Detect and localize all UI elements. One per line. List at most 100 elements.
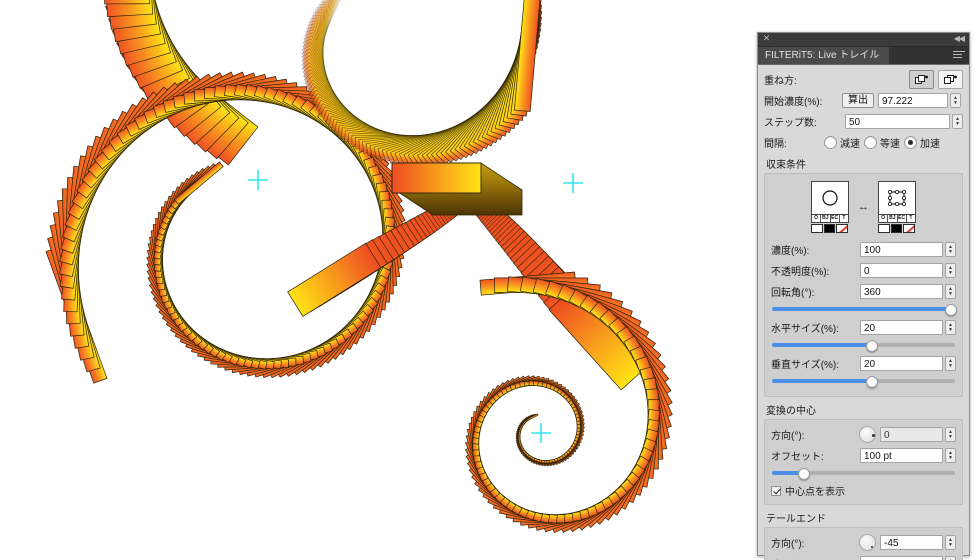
center-direction-label: 方向(°):: [771, 431, 805, 442]
convergence-title: 収束条件: [766, 160, 806, 171]
density-stepper[interactable]: ▲ ▼: [945, 242, 956, 257]
layering-label: 重ね方:: [764, 76, 797, 87]
start-density-label: 開始濃度(%):: [764, 97, 823, 108]
show-center-point-checkbox[interactable]: 中心点を表示: [771, 483, 956, 498]
swatch-source-object[interactable]: O BJ EC T: [811, 181, 849, 233]
close-icon[interactable]: ✕: [762, 34, 771, 43]
density-row: 濃度(%): 100 ▲ ▼: [771, 240, 956, 259]
swatch-colors: [811, 224, 849, 233]
interval-label: 間隔:: [764, 139, 787, 150]
steps-input[interactable]: 50: [845, 114, 950, 129]
app-window: ✕ ◀◀ FILTERiT5: Live トレイル 重ね方: 開始濃度(%): …: [0, 0, 980, 560]
circle-object-icon: [811, 181, 849, 215]
steps-label: ステップ数:: [764, 118, 817, 129]
center-offset-input[interactable]: 100 pt: [860, 448, 943, 463]
object-label: O BJ EC T: [878, 215, 916, 223]
fill-white-swatch[interactable]: [811, 224, 823, 233]
swatch-colors: [878, 224, 916, 233]
horizontal-size-label: 水平サイズ(%):: [771, 324, 840, 335]
tail-end-title: テールエンド: [766, 514, 826, 525]
convergence-group: O BJ EC T ↔ O BJ EC T 濃度(%): 100 ▲ ▼ 不透明…: [764, 173, 963, 397]
collapse-icon[interactable]: ◀◀: [954, 35, 965, 43]
steps-row: ステップ数: 50 ▲ ▼: [764, 112, 963, 131]
interval-radios: 減速 等速 加速: [824, 135, 940, 150]
vertical-size-slider[interactable]: [771, 375, 956, 388]
panel-body: 重ね方: 開始濃度(%): 算出 97.222 ▲ ▼ ステップ数: 50 ▲ …: [758, 65, 969, 560]
center-offset-label: オフセット:: [771, 452, 824, 463]
horizontal-size-input[interactable]: 20: [860, 320, 943, 335]
vertical-size-label: 垂直サイズ(%):: [771, 360, 840, 371]
art-trail-top-right: [301, 0, 543, 167]
radio-label: 等速: [880, 139, 900, 150]
tail-offset-label: オフセット:: [771, 556, 849, 560]
opacity-stepper[interactable]: ▲ ▼: [945, 263, 956, 278]
density-label: 濃度(%):: [771, 246, 810, 257]
opacity-row: 不透明度(%): 0 ▲ ▼: [771, 261, 956, 280]
show-center-point-label: 中心点を表示: [785, 487, 845, 498]
horizontal-size-slider[interactable]: [771, 339, 956, 352]
radio-dot: [864, 136, 877, 149]
radio-constant[interactable]: 等速: [864, 135, 900, 150]
center-direction-input[interactable]: 0: [880, 427, 943, 442]
panel-menu-icon[interactable]: [953, 51, 965, 60]
rotation-input[interactable]: 360: [860, 284, 943, 299]
tail-direction-label: 方向(°):: [771, 539, 805, 550]
none-swatch[interactable]: [836, 224, 849, 233]
tail-direction-dial[interactable]: [859, 534, 876, 551]
tail-offset-row: オフセット: 127 pt ▲▼: [771, 554, 956, 560]
density-input[interactable]: 100: [860, 242, 943, 257]
center-offset-stepper[interactable]: ▲ ▼: [945, 448, 956, 463]
horizontal-size-stepper[interactable]: ▲ ▼: [945, 320, 956, 335]
tab-live-trail[interactable]: FILTERiT5: Live トレイル: [758, 47, 890, 64]
art-trail-center-x: [287, 162, 649, 391]
radio-dot: [824, 136, 837, 149]
object-label: O BJ EC T: [811, 215, 849, 223]
center-direction-row: 方向(°): 0 ▲ ▼: [771, 425, 956, 444]
tail-offset-input[interactable]: 127 pt: [860, 556, 943, 560]
rotation-label: 回転角(°):: [771, 288, 815, 299]
radio-accelerate[interactable]: 加速: [904, 135, 940, 150]
center-offset-row: オフセット: 100 pt ▲ ▼: [771, 446, 956, 465]
opacity-label: 不透明度(%):: [771, 267, 830, 278]
swatch-target-object[interactable]: O BJ EC T: [878, 181, 916, 233]
tail-offset-stepper[interactable]: ▲▼: [945, 556, 956, 560]
panel-titlebar: ✕ ◀◀: [758, 33, 969, 47]
transform-center-title: 変換の中心: [766, 406, 816, 417]
tail-end-group: 方向(°): -45 ▲▼ オフセット: 127 pt ▲▼: [764, 527, 963, 560]
center-direction-dial[interactable]: [859, 426, 876, 443]
stroke-black-swatch[interactable]: [890, 224, 903, 233]
rotation-slider[interactable]: [771, 303, 957, 316]
radio-label: 加速: [920, 139, 940, 150]
tail-direction-row: 方向(°): -45 ▲ ▼: [771, 533, 956, 552]
center-offset-slider[interactable]: [771, 467, 956, 480]
horizontal-size-row: 水平サイズ(%): 20 ▲ ▼: [771, 318, 956, 337]
steps-stepper[interactable]: ▲ ▼: [952, 114, 963, 129]
transform-center-group: 方向(°): 0 ▲ ▼ オフセット: 100 pt ▲ ▼ 中心点を表示: [764, 419, 963, 505]
rotation-stepper[interactable]: ▲ ▼: [945, 284, 956, 299]
opacity-input[interactable]: 0: [860, 263, 943, 278]
bounding-box-object-icon: [878, 181, 916, 215]
illustrator-artboard[interactable]: [0, 0, 760, 560]
radio-decelerate[interactable]: 減速: [824, 135, 860, 150]
calculate-button[interactable]: 算出: [842, 93, 874, 108]
stack-front-icon[interactable]: [909, 70, 934, 89]
convergence-swatches: O BJ EC T ↔ O BJ EC T: [771, 181, 956, 233]
vertical-size-stepper[interactable]: ▲ ▼: [945, 356, 956, 371]
stroke-black-swatch[interactable]: [823, 224, 836, 233]
layering-row: 重ね方:: [764, 70, 963, 89]
start-density-input[interactable]: 97.222: [878, 93, 948, 108]
none-swatch[interactable]: [903, 224, 916, 233]
tail-direction-stepper[interactable]: ▲ ▼: [945, 535, 956, 550]
vertical-size-input[interactable]: 20: [860, 356, 943, 371]
start-density-stepper[interactable]: ▲ ▼: [950, 93, 961, 108]
vertical-size-row: 垂直サイズ(%): 20 ▲ ▼: [771, 354, 956, 373]
rotation-row: 回転角(°): 360 ▲ ▼: [771, 282, 956, 301]
interval-row: 間隔: 減速 等速 加速: [764, 133, 963, 152]
tail-direction-input[interactable]: -45: [880, 535, 943, 550]
center-direction-stepper[interactable]: ▲ ▼: [945, 427, 956, 442]
double-arrow-icon: ↔: [858, 201, 869, 213]
checkbox-box: [771, 485, 781, 496]
fill-white-swatch[interactable]: [878, 224, 890, 233]
stack-back-icon[interactable]: [938, 70, 963, 89]
filterit-live-trail-panel: ✕ ◀◀ FILTERiT5: Live トレイル 重ね方: 開始濃度(%): …: [757, 32, 970, 560]
